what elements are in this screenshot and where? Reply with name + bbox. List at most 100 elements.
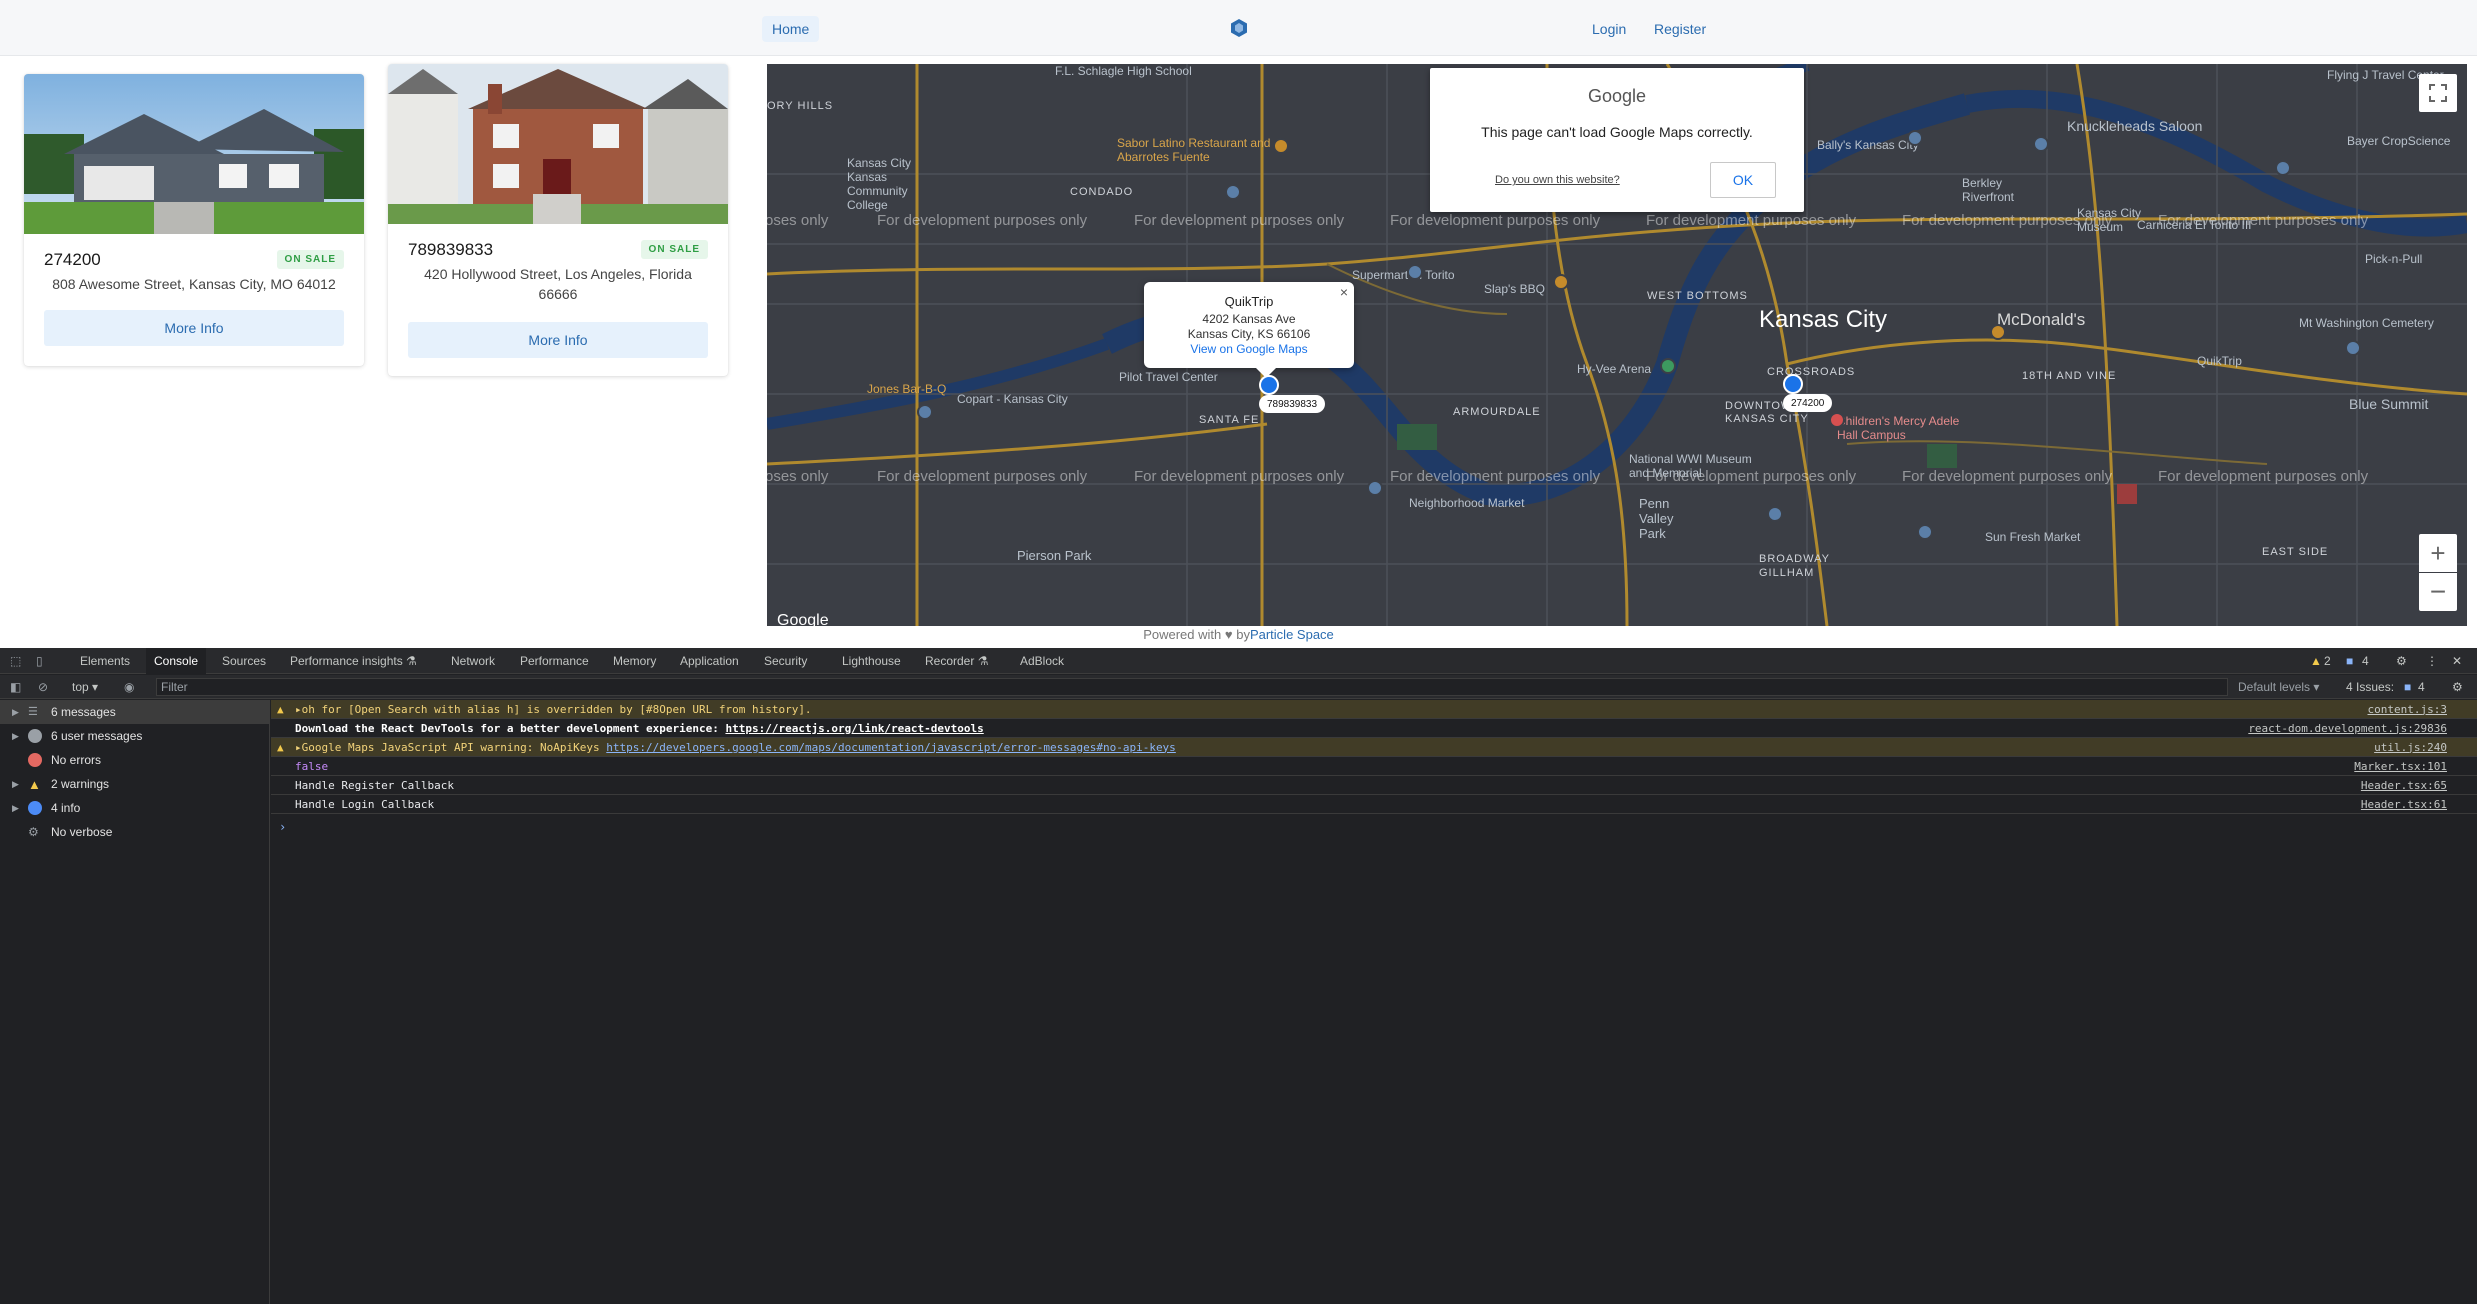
console-prompt[interactable]: › xyxy=(279,820,286,834)
tab-recorder[interactable]: Recorder ⚗ xyxy=(925,648,988,674)
map-label: Carniceria El Torito III xyxy=(2137,218,2252,232)
gear-icon[interactable]: ⚙ xyxy=(2396,648,2407,674)
source-link[interactable]: util.js:240 xyxy=(2374,741,2447,754)
source-link[interactable]: react-dom.development.js:29836 xyxy=(2248,722,2447,735)
more-info-button[interactable]: More Info xyxy=(44,310,344,346)
zoom-in-button[interactable]: + xyxy=(2419,534,2457,572)
devtools-link[interactable]: https://reactjs.org/link/react-devtools xyxy=(725,722,983,735)
map-pin-icon[interactable] xyxy=(1990,324,2006,340)
source-link[interactable]: Header.tsx:65 xyxy=(2361,779,2447,792)
own-website-link[interactable]: Do you own this website? xyxy=(1495,174,1620,186)
console-message[interactable]: false Marker.tsx:101 xyxy=(271,757,2477,776)
warning-icon[interactable]: ▲ xyxy=(2310,648,2322,674)
map-pin-icon[interactable] xyxy=(1767,506,1783,522)
map-label: Jones Bar-B-Q xyxy=(867,382,947,396)
sidebar-toggle-icon[interactable]: ◧ xyxy=(10,674,21,700)
context-select[interactable]: top ▾ xyxy=(72,674,98,700)
tab-performance[interactable]: Performance xyxy=(520,648,589,674)
map-pin-icon[interactable] xyxy=(1273,138,1289,154)
property-marker[interactable] xyxy=(1783,374,1803,394)
close-icon[interactable]: ✕ xyxy=(2452,648,2462,674)
nav-register-link[interactable]: Register xyxy=(1654,18,1706,40)
map-pin-icon[interactable] xyxy=(1660,358,1676,374)
sidebar-item-info[interactable]: ▶ 4 info xyxy=(0,796,270,820)
error-message: This page can't load Google Maps correct… xyxy=(1481,124,1753,140)
map-pin-icon[interactable] xyxy=(1917,524,1933,540)
tab-elements[interactable]: Elements xyxy=(80,648,130,674)
source-link[interactable]: Marker.tsx:101 xyxy=(2354,760,2447,773)
fullscreen-button[interactable] xyxy=(2419,74,2457,112)
expand-arrow-icon[interactable]: ▶ xyxy=(12,803,19,814)
brand-link[interactable]: Particle Space xyxy=(1250,627,1334,642)
source-link[interactable]: Header.tsx:61 xyxy=(2361,798,2447,811)
property-marker[interactable] xyxy=(1259,375,1279,395)
view-on-google-maps-link[interactable]: View on Google Maps xyxy=(1144,342,1354,356)
tab-performance-insights[interactable]: Performance insights ⚗ xyxy=(290,648,417,674)
info-address: Kansas City, KS 66106 xyxy=(1187,327,1311,341)
expand-arrow-icon[interactable]: ▶ xyxy=(12,731,19,742)
map-pin-icon[interactable] xyxy=(1907,130,1923,146)
nav-login-link[interactable]: Login xyxy=(1592,18,1626,40)
tab-adblock[interactable]: AdBlock xyxy=(1020,648,1064,674)
sidebar-item-user-messages[interactable]: ▶ 6 user messages xyxy=(0,724,270,748)
google-map[interactable]: oses only For development purposes only … xyxy=(767,64,2467,626)
map-pin-icon[interactable] xyxy=(2345,340,2361,356)
eye-icon[interactable]: ◉ xyxy=(124,674,134,700)
property-card: 274200 ON SALE 808 Awesome Street, Kansa… xyxy=(24,74,364,366)
logo-icon[interactable] xyxy=(1228,17,1250,39)
messages-count[interactable]: 4 xyxy=(2362,648,2369,674)
device-toggle-icon[interactable]: ▯ xyxy=(36,648,43,674)
error-docs-link[interactable]: https://developers.google.com/maps/docum… xyxy=(606,741,1176,754)
more-icon[interactable]: ⋮ xyxy=(2426,648,2438,674)
tab-memory[interactable]: Memory xyxy=(613,648,656,674)
expand-arrow-icon[interactable]: ▶ xyxy=(12,707,19,718)
map-pin-icon[interactable] xyxy=(917,404,933,420)
tab-security[interactable]: Security xyxy=(764,648,807,674)
console-message[interactable]: Handle Login Callback Header.tsx:61 xyxy=(271,795,2477,814)
map-label: 18TH AND VINE xyxy=(2022,370,2117,382)
sidebar-item-messages[interactable]: ▶ ☰ 6 messages xyxy=(0,700,270,724)
expand-arrow-icon[interactable]: ▶ xyxy=(12,779,19,790)
clear-console-icon[interactable]: ⊘ xyxy=(38,674,48,700)
google-logo: Google xyxy=(1587,86,1647,106)
source-link[interactable]: content.js:3 xyxy=(2368,703,2447,716)
tab-network[interactable]: Network xyxy=(451,648,495,674)
filter-input[interactable]: Filter xyxy=(156,678,2228,696)
map-pin-icon[interactable] xyxy=(1829,412,1845,428)
map-pin-icon[interactable] xyxy=(2033,136,2049,152)
map-pin-icon[interactable] xyxy=(1407,264,1423,280)
footer-by: by xyxy=(1236,627,1250,642)
console-message[interactable]: ▲ ▸oh for [Open Search with alias h] is … xyxy=(271,700,2477,719)
ok-button[interactable]: OK xyxy=(1710,162,1776,198)
map-pin-icon[interactable] xyxy=(1367,480,1383,496)
map-pin-icon[interactable] xyxy=(1225,184,1241,200)
issues-count[interactable]: 4 xyxy=(2418,674,2425,700)
console-message[interactable]: Download the React DevTools for a better… xyxy=(271,719,2477,738)
tab-application[interactable]: Application xyxy=(680,648,739,674)
console-message[interactable]: Handle Register Callback Header.tsx:65 xyxy=(271,776,2477,795)
marker-label: 789839833 xyxy=(1259,395,1326,413)
message-icon[interactable]: ■ xyxy=(2346,648,2353,674)
sidebar-item-warnings[interactable]: ▶ ▲ 2 warnings xyxy=(0,772,270,796)
more-info-button[interactable]: More Info xyxy=(408,322,708,358)
map-pin-icon[interactable] xyxy=(2275,160,2291,176)
console-message[interactable]: ▲ ▸Google Maps JavaScript API warning: N… xyxy=(271,738,2477,757)
map-label: Sabor Latino Restaurant and Abarrotes Fu… xyxy=(1117,136,1271,164)
map-label: EAST SIDE xyxy=(2262,546,2329,558)
map-label: Pierson Park xyxy=(1017,548,1092,563)
issues-label[interactable]: 4 Issues: xyxy=(2346,674,2394,700)
warnings-count[interactable]: 2 xyxy=(2324,648,2331,674)
tab-sources[interactable]: Sources xyxy=(222,648,266,674)
sidebar-item-errors[interactable]: No errors xyxy=(0,748,270,772)
inspect-icon[interactable]: ⬚ xyxy=(10,648,21,674)
tab-console[interactable]: Console xyxy=(146,648,207,674)
gear-icon[interactable]: ⚙ xyxy=(2452,674,2463,700)
nav-home-link[interactable]: Home xyxy=(762,16,820,42)
map-pin-icon[interactable] xyxy=(1553,274,1569,290)
sidebar-item-verbose[interactable]: ⚙ No verbose xyxy=(0,820,270,844)
dev-watermark: For development purposes only xyxy=(1902,468,2113,485)
tab-lighthouse[interactable]: Lighthouse xyxy=(842,648,901,674)
map-label: Supermart El Torito xyxy=(1352,268,1455,282)
levels-select[interactable]: Default levels ▾ xyxy=(2238,674,2319,700)
zoom-out-button[interactable]: − xyxy=(2419,573,2457,611)
